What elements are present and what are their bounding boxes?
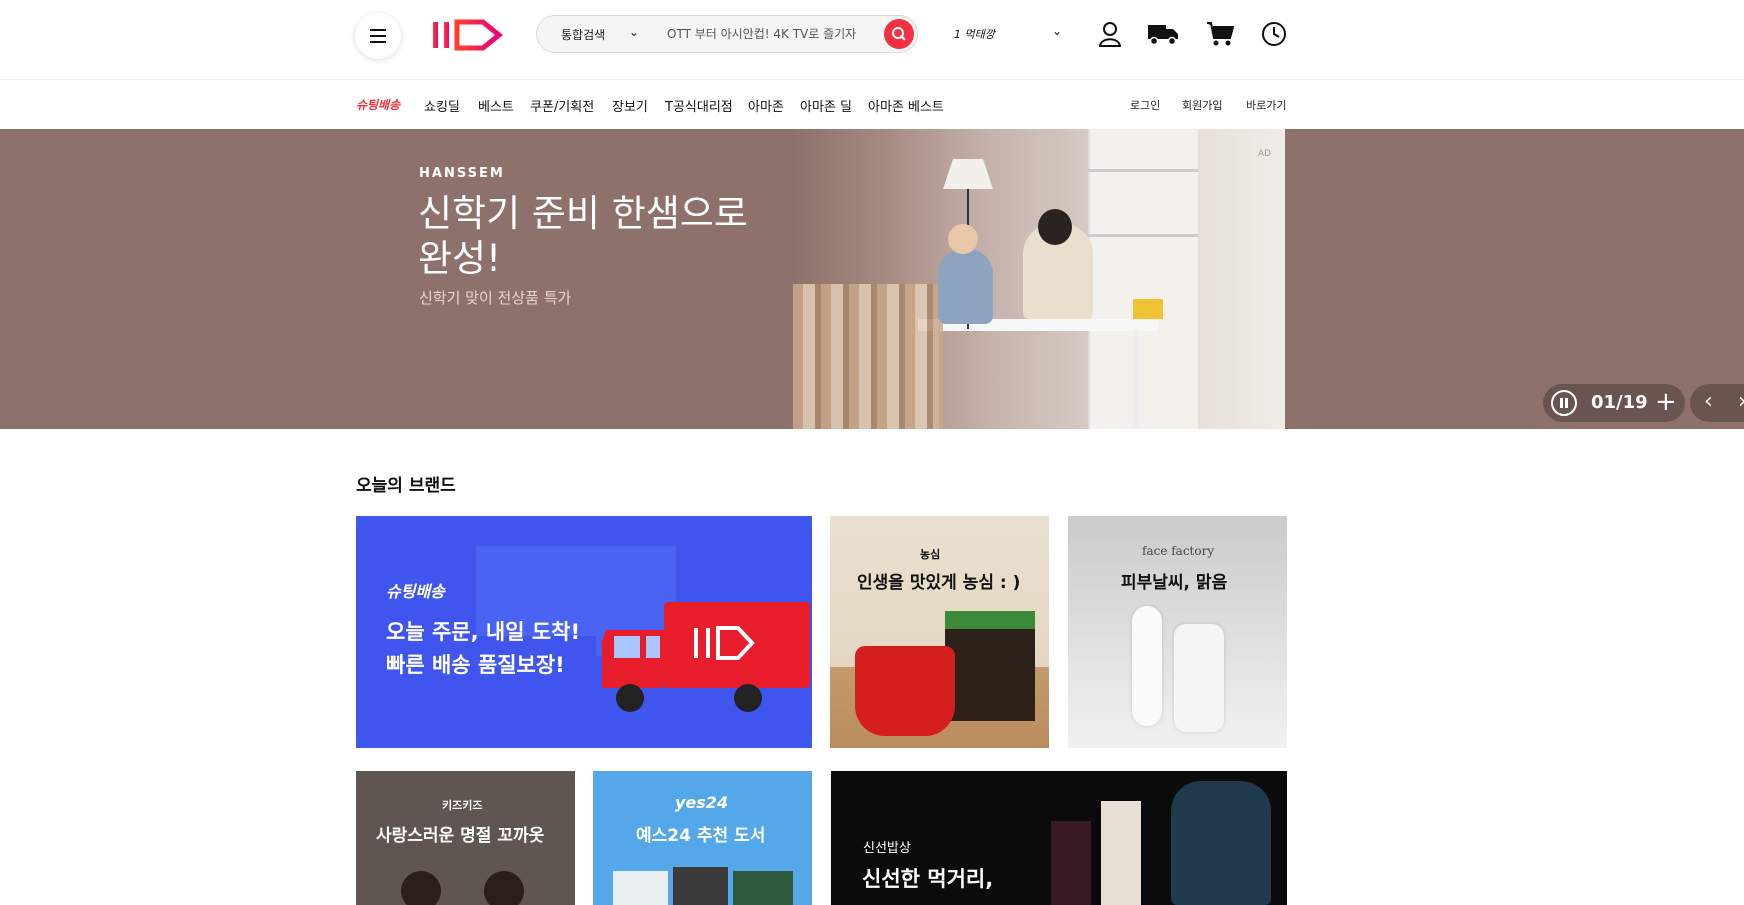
- nav-item[interactable]: 아마존 베스트: [868, 96, 944, 115]
- card-brand: 신선밥상: [863, 841, 911, 856]
- login-link[interactable]: 로그인: [1130, 97, 1160, 113]
- brand-card-fresh[interactable]: 신선밥상 신선한 먹거리,: [831, 771, 1287, 905]
- product-image: [1174, 624, 1224, 732]
- card-brand: 농심: [920, 548, 941, 561]
- delivery-truck-icon[interactable]: [1147, 18, 1179, 50]
- product-image: [733, 871, 793, 905]
- brand-card-nongshim[interactable]: 농심 인생을 맛있게 농심 : ): [830, 516, 1049, 748]
- search-category-select[interactable]: 통합검색: [561, 26, 605, 43]
- chevron-down-icon[interactable]: ⌄: [1052, 24, 1062, 38]
- chevron-right-icon[interactable]: ›: [1738, 389, 1744, 415]
- ad-label: AD: [1258, 149, 1272, 159]
- brand-card-kidskids[interactable]: 키즈키즈 사랑스러운 명절 꼬까옷: [356, 771, 575, 905]
- card-title: 피부날씨, 맑음: [1121, 573, 1228, 593]
- cart-icon[interactable]: [1204, 18, 1236, 50]
- brand-card-shooting[interactable]: 슈팅배송 오늘 주문, 내일 도착! 빠른 배송 품질보장!: [356, 516, 812, 748]
- shortcut-link[interactable]: 바로가기: [1246, 97, 1286, 113]
- search-input[interactable]: [667, 20, 877, 48]
- nav-shooting-delivery[interactable]: 슈팅배송: [356, 96, 400, 113]
- product-image: [1051, 821, 1091, 905]
- banner-brand: HANSSEM: [419, 166, 505, 181]
- nav-item[interactable]: 아마존: [748, 96, 784, 115]
- nav-item[interactable]: 아마존 딜: [800, 96, 852, 115]
- trending-keyword[interactable]: 1 먹태깡: [954, 26, 995, 42]
- card-title: 예스24 추천 도서: [636, 826, 766, 846]
- product-image: [1101, 801, 1141, 905]
- product-image: [484, 871, 524, 905]
- banner-controls: 01/19 +: [1543, 384, 1685, 422]
- logo[interactable]: [431, 16, 505, 52]
- nav-item[interactable]: T공식대리점: [665, 96, 733, 115]
- product-image: [613, 871, 668, 905]
- pause-icon[interactable]: [1551, 390, 1577, 416]
- hamburger-icon: [370, 27, 386, 45]
- nav-item[interactable]: 쇼킹딜: [424, 96, 460, 115]
- truck-illustration: [602, 602, 810, 712]
- card-line: 오늘 주문, 내일 도착!: [386, 620, 581, 644]
- card-brand: face factory: [1142, 544, 1215, 558]
- recent-history-icon[interactable]: [1258, 18, 1290, 50]
- plus-icon[interactable]: +: [1655, 388, 1677, 416]
- card-title: 사랑스러운 명절 꼬까옷: [376, 826, 545, 846]
- header: 통합검색 ⌄ 1 먹태깡 ⌄: [0, 0, 1744, 80]
- search-icon: [892, 27, 906, 41]
- search-button[interactable]: [884, 19, 914, 49]
- chevron-down-icon[interactable]: ⌄: [629, 25, 639, 39]
- banner-title: 신학기 준비 한샘으로 완성!: [418, 192, 748, 280]
- hero-banner[interactable]: HANSSEM 신학기 준비 한샘으로 완성! 신학기 맞이 전상품 특가 AD…: [0, 129, 1744, 429]
- nav-item[interactable]: 장보기: [612, 96, 648, 115]
- product-image: [855, 646, 955, 736]
- banner-counter: 01/19: [1591, 392, 1648, 413]
- card-brand: yes24: [675, 793, 729, 812]
- signup-link[interactable]: 회원가입: [1182, 97, 1222, 113]
- product-image: [401, 871, 441, 905]
- product-image: [945, 611, 1035, 721]
- nav-item[interactable]: 쿠폰/기획전: [530, 96, 594, 115]
- product-image: [673, 867, 728, 905]
- section-title: 오늘의 브랜드: [356, 476, 456, 496]
- brand-card-face-factory[interactable]: face factory 피부날씨, 맑음: [1068, 516, 1287, 748]
- product-image: [1171, 781, 1271, 905]
- card-brand: 슈팅배송: [386, 582, 445, 601]
- banner-photo: [793, 129, 1285, 429]
- nav-item[interactable]: 베스트: [478, 96, 514, 115]
- menu-button[interactable]: [355, 13, 401, 59]
- brand-card-yes24[interactable]: yes24 예스24 추천 도서: [593, 771, 812, 905]
- chevron-left-icon[interactable]: ‹: [1704, 389, 1713, 415]
- category-nav: 슈팅배송 쇼킹딜 베스트 쿠폰/기획전 장보기 T공식대리점 아마존 아마존 딜…: [0, 80, 1744, 129]
- banner-subtitle: 신학기 맞이 전상품 특가: [419, 289, 572, 307]
- card-title: 신선한 먹거리,: [862, 867, 994, 891]
- product-image: [1132, 606, 1162, 726]
- banner-arrows: ‹ ›: [1690, 384, 1744, 422]
- card-title: 인생을 맛있게 농심 : ): [857, 573, 1021, 593]
- card-brand: 키즈키즈: [442, 799, 483, 812]
- card-line: 빠른 배송 품질보장!: [386, 653, 565, 677]
- search-bar: 통합검색 ⌄: [536, 15, 918, 53]
- user-icon[interactable]: [1094, 18, 1126, 50]
